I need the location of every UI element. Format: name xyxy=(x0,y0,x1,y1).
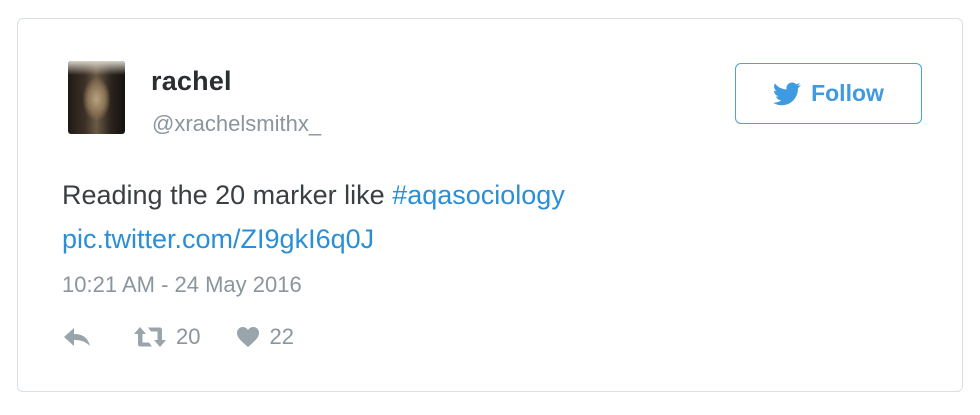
like-button[interactable]: 22 xyxy=(236,324,294,350)
tweet-timestamp[interactable]: 10:21 AM - 24 May 2016 xyxy=(62,272,302,298)
follow-button[interactable]: Follow xyxy=(735,63,922,124)
reply-button[interactable] xyxy=(62,326,92,348)
avatar[interactable] xyxy=(68,61,125,134)
follow-button-label: Follow xyxy=(811,80,884,106)
user-handle[interactable]: @xrachelsmithx_ xyxy=(152,111,321,137)
tweet-body: Reading the 20 marker like xyxy=(62,180,385,210)
tweet-card: rachel @xrachelsmithx_ Follow Reading th… xyxy=(17,18,963,392)
pic-link[interactable]: pic.twitter.com/ZI9gkI6q0J xyxy=(62,224,374,254)
reply-icon xyxy=(64,328,90,346)
tweet-text: Reading the 20 marker like #aqasociology… xyxy=(62,173,862,261)
display-name[interactable]: rachel xyxy=(151,66,232,97)
heart-icon xyxy=(237,327,260,347)
retweet-icon xyxy=(134,327,166,347)
tweet-actions: 20 22 xyxy=(62,324,294,350)
hashtag-link[interactable]: #aqasociology xyxy=(392,180,565,210)
retweet-count: 20 xyxy=(176,324,201,349)
twitter-bird-icon xyxy=(773,81,801,105)
retweet-button[interactable]: 20 xyxy=(133,324,200,350)
like-count: 22 xyxy=(269,324,294,349)
